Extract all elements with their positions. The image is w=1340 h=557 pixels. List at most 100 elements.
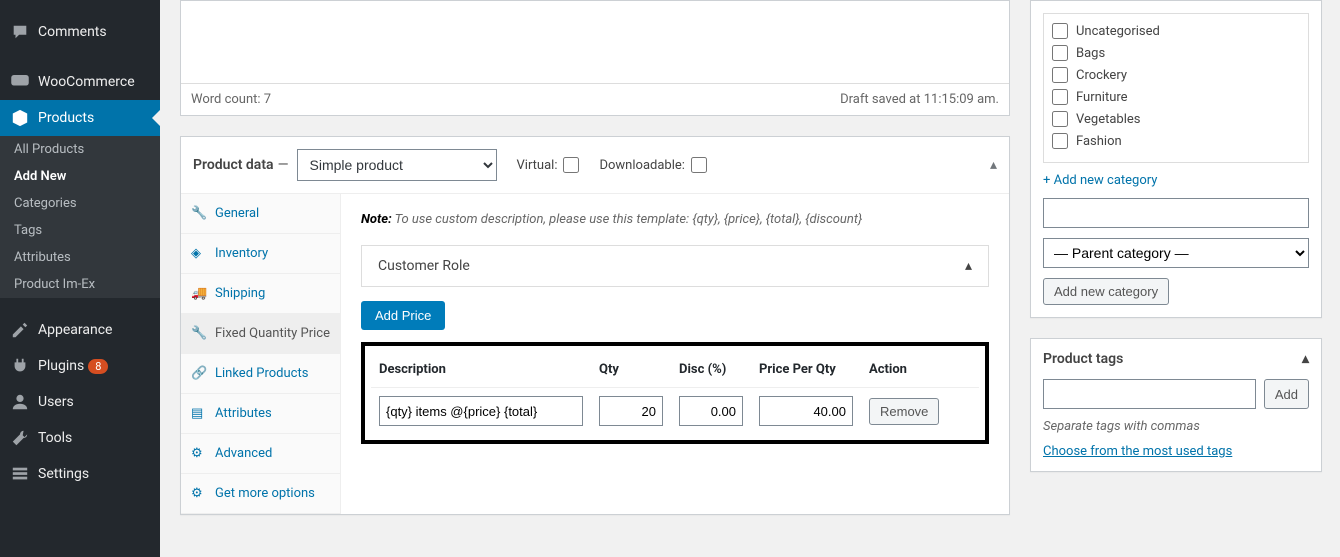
virtual-checkbox[interactable] (563, 157, 579, 173)
new-category-input[interactable] (1043, 198, 1309, 228)
add-price-button[interactable]: Add Price (361, 301, 445, 330)
editor-box: Word count: 7 Draft saved at 11:15:09 am… (180, 0, 1010, 116)
downloadable-checkbox[interactable] (691, 157, 707, 173)
tab-fixed-qty-price[interactable]: 🔧Fixed Quantity Price (181, 314, 340, 354)
nav-users[interactable]: Users (0, 384, 160, 420)
shipping-icon: 🚚 (191, 286, 209, 301)
editor-body[interactable] (181, 1, 1009, 83)
comments-icon (10, 22, 30, 42)
list-icon: ▤ (191, 406, 209, 421)
tab-inventory[interactable]: ◈Inventory (181, 234, 340, 274)
appearance-icon (10, 320, 30, 340)
parent-category-select[interactable]: — Parent category — (1043, 238, 1309, 268)
cat-item-furniture[interactable]: Furniture (1050, 86, 1302, 108)
table-row: Remove (371, 388, 979, 435)
role-box[interactable]: Customer Role ▴ (361, 245, 989, 287)
th-disc: Disc (%) (671, 352, 751, 388)
cat-item-crockery[interactable]: Crockery (1050, 64, 1302, 86)
tab-general[interactable]: 🔧General (181, 194, 340, 234)
dash: — (278, 157, 289, 173)
role-label: Customer Role (378, 258, 470, 274)
sub-categories[interactable]: Categories (0, 190, 160, 217)
nav-label: Plugins (38, 358, 84, 374)
disc-input[interactable] (679, 396, 743, 426)
link-icon: 🔗 (191, 366, 209, 381)
downloadable-label: Downloadable: (599, 157, 706, 173)
main-content: Word count: 7 Draft saved at 11:15:09 am… (160, 0, 1030, 557)
tab-content: Note: To use custom description, please … (341, 194, 1009, 514)
desc-input[interactable] (379, 396, 583, 426)
product-data-box: Product data — Simple product Virtual: D… (180, 136, 1010, 515)
choose-tags-link[interactable]: Choose from the most used tags (1043, 444, 1232, 459)
nav-label: Tools (38, 430, 72, 446)
nav-label: Comments (38, 24, 107, 40)
cat-item-vegetables[interactable]: Vegetables (1050, 108, 1302, 130)
add-tag-button[interactable]: Add (1264, 379, 1309, 409)
th-ppq: Price Per Qty (751, 352, 861, 388)
gear-icon: ⚙ (191, 486, 209, 501)
th-desc: Description (371, 352, 591, 388)
qty-input[interactable] (599, 396, 663, 426)
product-type-select[interactable]: Simple product (297, 149, 497, 181)
cat-item-uncategorised[interactable]: Uncategorised (1050, 20, 1302, 42)
nav-plugins[interactable]: Plugins 8 (0, 348, 160, 384)
category-list[interactable]: Uncategorised Bags Crockery Furniture Ve… (1043, 13, 1309, 163)
plugins-badge: 8 (88, 359, 108, 374)
gear-icon: ⚙ (191, 446, 209, 461)
nav-products[interactable]: Products (0, 100, 160, 136)
remove-button[interactable]: Remove (869, 398, 939, 425)
nav-label: Users (38, 394, 74, 410)
admin-sidebar: Comments WooCommerce Products All Produc… (0, 0, 160, 557)
price-table: Description Qty Disc (%) Price Per Qty A… (371, 352, 979, 434)
add-new-category-button[interactable]: Add new category (1043, 278, 1169, 305)
sub-product-imex[interactable]: Product Im-Ex (0, 271, 160, 298)
woo-icon (10, 72, 30, 92)
tags-title: Product tags (1043, 351, 1123, 367)
inventory-icon: ◈ (191, 246, 209, 261)
products-icon (10, 108, 30, 128)
tab-shipping[interactable]: 🚚Shipping (181, 274, 340, 314)
note: Note: To use custom description, please … (361, 212, 989, 227)
right-column: Uncategorised Bags Crockery Furniture Ve… (1030, 0, 1340, 557)
product-tags-box: Product tags ▴ Add Separate tags with co… (1030, 338, 1322, 472)
nav-comments[interactable]: Comments (0, 14, 160, 50)
nav-label: Settings (38, 466, 89, 482)
cat-item-fashion[interactable]: Fashion (1050, 130, 1302, 152)
draft-status: Draft saved at 11:15:09 am. (840, 92, 999, 107)
tab-attributes[interactable]: ▤Attributes (181, 394, 340, 434)
plugins-icon (10, 356, 30, 376)
word-count: Word count: 7 (191, 92, 271, 107)
nav-appearance[interactable]: Appearance (0, 312, 160, 348)
sub-all-products[interactable]: All Products (0, 136, 160, 163)
chevron-up-icon: ▴ (965, 258, 972, 274)
product-data-title: Product data (193, 157, 274, 173)
tools-icon (10, 428, 30, 448)
settings-icon (10, 464, 30, 484)
price-table-wrap: Description Qty Disc (%) Price Per Qty A… (361, 342, 989, 444)
users-icon (10, 392, 30, 412)
collapse-icon[interactable]: ▴ (990, 157, 997, 173)
nav-settings[interactable]: Settings (0, 456, 160, 492)
virtual-label: Virtual: (517, 157, 580, 173)
th-qty: Qty (591, 352, 671, 388)
wrench-icon: 🔧 (191, 206, 209, 221)
product-tabs: 🔧General ◈Inventory 🚚Shipping 🔧Fixed Qua… (181, 194, 341, 514)
wrench-icon: 🔧 (191, 326, 209, 341)
nav-label: WooCommerce (38, 74, 135, 90)
tag-hint: Separate tags with commas (1043, 419, 1309, 434)
nav-label: Products (38, 110, 94, 126)
nav-tools[interactable]: Tools (0, 420, 160, 456)
nav-woocommerce[interactable]: WooCommerce (0, 64, 160, 100)
nav-label: Appearance (38, 322, 112, 338)
tab-linked-products[interactable]: 🔗Linked Products (181, 354, 340, 394)
ppq-input[interactable] (759, 396, 853, 426)
chevron-up-icon[interactable]: ▴ (1302, 351, 1309, 367)
add-category-link[interactable]: + Add new category (1043, 173, 1157, 188)
sub-tags[interactable]: Tags (0, 217, 160, 244)
tab-advanced[interactable]: ⚙Advanced (181, 434, 340, 474)
tag-input[interactable] (1043, 379, 1256, 409)
cat-item-bags[interactable]: Bags (1050, 42, 1302, 64)
sub-add-new[interactable]: Add New (0, 163, 160, 190)
tab-get-more[interactable]: ⚙Get more options (181, 474, 340, 514)
sub-attributes[interactable]: Attributes (0, 244, 160, 271)
